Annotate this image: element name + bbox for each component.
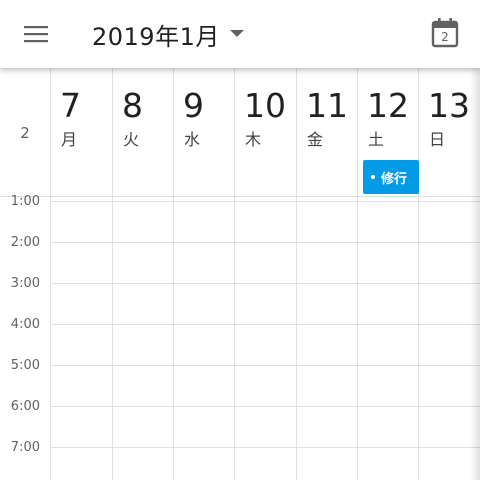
today-button[interactable]: 2 (424, 12, 466, 54)
time-label: 4:00 (10, 317, 40, 332)
day-weekday: 日 (429, 130, 446, 149)
hour-line (50, 283, 480, 284)
day-header-wed[interactable]: 9 水 (174, 68, 235, 196)
time-label: 2:00 (10, 235, 40, 250)
day-weekday: 火 (123, 130, 140, 149)
app-bar: 2019年1月 2 (0, 0, 480, 68)
day-weekday: 土 (368, 130, 385, 149)
day-number: 8 (122, 86, 143, 125)
menu-button[interactable] (14, 14, 58, 54)
time-label: 5:00 (10, 358, 40, 373)
day-header-thu[interactable]: 10 木 (235, 68, 296, 196)
time-label: 7:00 (10, 440, 40, 455)
day-number: 13 (428, 86, 470, 125)
hour-line (50, 242, 480, 243)
day-number: 11 (306, 86, 348, 125)
hour-line (50, 447, 480, 448)
hamburger-menu-icon (24, 26, 48, 43)
month-selector[interactable]: 2019年1月 (92, 16, 244, 52)
event-dot-icon (371, 175, 375, 179)
day-number: 9 (183, 86, 204, 125)
day-header-fri[interactable]: 11 金 (297, 68, 358, 196)
time-label: 3:00 (10, 276, 40, 291)
today-date-number: 2 (441, 30, 449, 44)
event-chip[interactable]: 修行 (363, 160, 419, 194)
week-number: 2 (20, 124, 30, 142)
calendar-app: 2019年1月 2 2 7 月 8 火 9 水 10 木 11 金 12 土 1… (0, 0, 480, 480)
caret-down-icon (229, 30, 244, 38)
day-weekday: 金 (307, 130, 324, 149)
header-divider (0, 196, 480, 197)
hour-line (50, 406, 480, 407)
day-header-tue[interactable]: 8 火 (113, 68, 174, 196)
month-title-text: 2019年1月 (92, 22, 220, 51)
time-label: 6:00 (10, 399, 40, 414)
hour-line (50, 365, 480, 366)
day-number: 12 (367, 86, 409, 125)
hour-line (50, 324, 480, 325)
day-weekday: 木 (245, 130, 262, 149)
day-number: 7 (60, 86, 81, 125)
event-title: 修行 (381, 171, 408, 187)
day-header-mon[interactable]: 7 月 (51, 68, 112, 196)
time-label: 1:00 (10, 194, 40, 209)
hour-line (50, 201, 480, 202)
day-weekday: 水 (184, 130, 201, 149)
day-weekday: 月 (61, 130, 78, 149)
scroll-edge-shadow (470, 68, 480, 480)
day-number: 10 (244, 86, 286, 125)
